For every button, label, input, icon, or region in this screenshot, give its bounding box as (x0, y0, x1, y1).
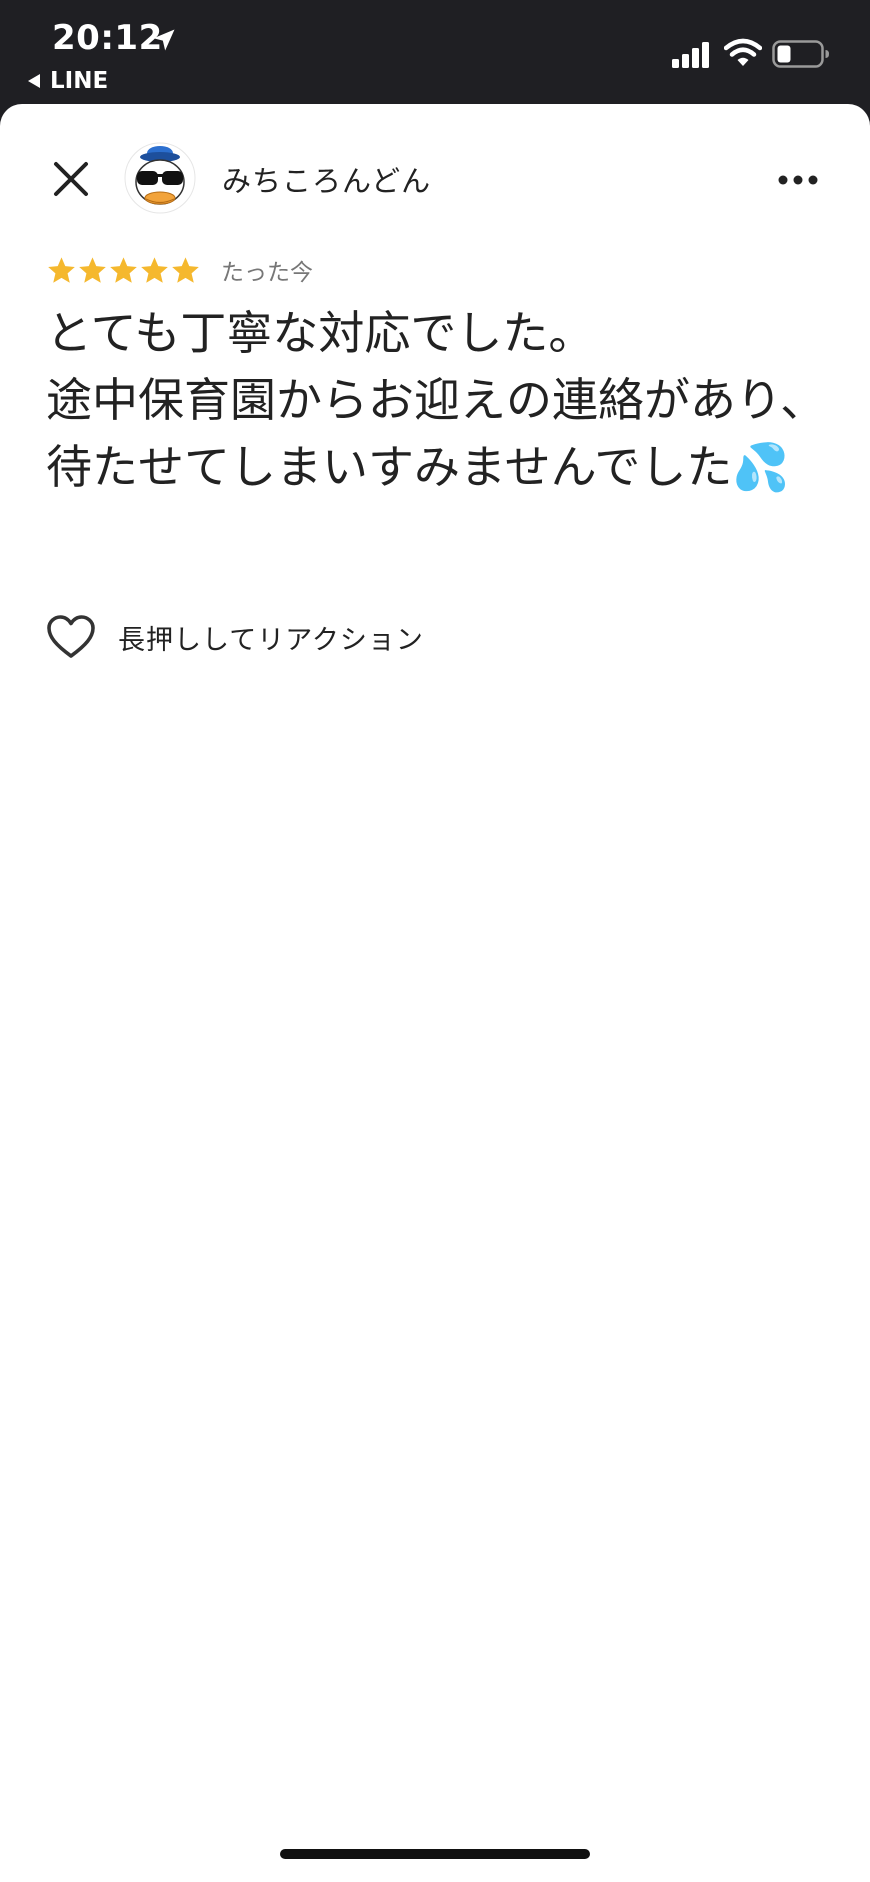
reaction-label: 長押ししてリアクション (118, 624, 424, 656)
status-time: 20:12 (52, 18, 163, 58)
battery-icon (772, 40, 829, 68)
reaction-button[interactable]: 長押ししてリアクション (46, 614, 424, 660)
star-rating (46, 255, 201, 286)
star-icon (48, 256, 75, 283)
close-icon[interactable] (52, 160, 90, 198)
home-indicator[interactable] (280, 1849, 590, 1859)
rating-row: たった今 (46, 250, 313, 290)
status-bar: 20:12 LINE (0, 0, 870, 110)
star-icon (172, 256, 199, 283)
star-icon (110, 256, 137, 283)
avatar[interactable] (124, 142, 196, 214)
back-app-label: LINE (50, 68, 109, 94)
star-icon (141, 256, 168, 283)
wifi-icon (724, 38, 762, 66)
review-timestamp: たった今 (221, 260, 313, 286)
heart-icon (47, 615, 95, 658)
cellular-signal-icon (672, 42, 709, 68)
more-icon[interactable] (776, 162, 820, 198)
back-to-app-link[interactable]: LINE (28, 68, 108, 94)
author-name[interactable]: みちころんどん (222, 158, 431, 200)
star-icon (79, 256, 106, 283)
review-text: とても丁寧な対応でした。 途中保育園からお迎えの連絡があり、待たせてしまいすみま… (46, 306, 827, 494)
location-arrow-icon (153, 29, 175, 51)
back-arrow-icon (28, 74, 40, 88)
review-sheet: みちころんどん たった今 とても丁寧な対応でした。 途中保育園からお迎えの連絡が… (0, 104, 870, 1882)
review-header: みちころんどん (0, 104, 870, 254)
duck-avatar-icon (124, 142, 196, 214)
